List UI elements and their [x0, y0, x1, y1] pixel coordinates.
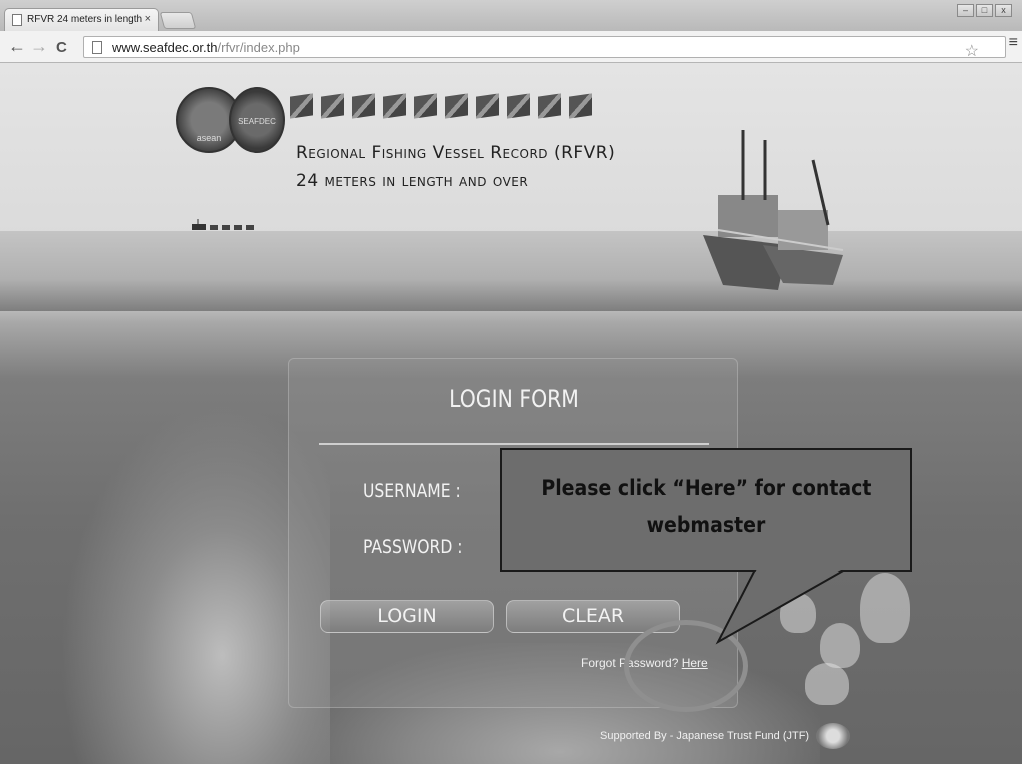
- callout-line-2: webmaster: [646, 513, 766, 537]
- banner-title: Regional Fishing Vessel Record (RFVR): [296, 143, 616, 163]
- flag-icon: [445, 93, 468, 119]
- member-flags: [290, 93, 610, 125]
- seafdec-logo: SEAFDEC: [229, 87, 285, 153]
- flag-icon: [507, 93, 530, 119]
- browser-tab[interactable]: RFVR 24 meters in length ×: [4, 8, 159, 31]
- forward-icon[interactable]: →: [30, 37, 48, 55]
- flag-icon: [383, 93, 406, 119]
- reload-icon[interactable]: C: [56, 39, 67, 57]
- address-bar[interactable]: www.seafdec.or.th/rfvr/index.php ☆: [83, 36, 1006, 61]
- page-icon: [12, 14, 22, 26]
- url-host: www.seafdec.or.th: [112, 40, 218, 55]
- menu-icon[interactable]: ≡: [1009, 34, 1018, 52]
- browser-titlebar: RFVR 24 meters in length × – □ x: [0, 0, 1022, 31]
- page-content: asean SEAFDEC Regional Fishing Vessel Re…: [0, 63, 1022, 764]
- highlight-circle: [624, 620, 748, 712]
- password-label: PASSWORD :: [363, 536, 463, 558]
- distant-boats-image: [192, 219, 254, 230]
- flag-icon: [538, 93, 561, 119]
- divider: [319, 443, 709, 445]
- jellyfish-image: [805, 663, 849, 705]
- back-icon[interactable]: ←: [8, 37, 26, 55]
- maximize-button[interactable]: □: [976, 4, 993, 17]
- asean-logo-text: asean: [196, 133, 222, 143]
- bookmark-star-icon[interactable]: ☆: [965, 41, 979, 61]
- jellyfish-image: [780, 593, 816, 633]
- browser-toolbar: ← → C www.seafdec.or.th/rfvr/index.php ☆…: [0, 31, 1022, 63]
- supported-by-text: Supported By - Japanese Trust Fund (JTF): [600, 730, 810, 742]
- flag-icon: [321, 93, 344, 119]
- tab-title: RFVR 24 meters in length: [27, 14, 143, 25]
- fishing-boats-image: [703, 130, 844, 290]
- login-button[interactable]: LOGIN: [320, 600, 494, 633]
- sea-surface: [0, 231, 1022, 311]
- jtf-logo: [816, 723, 850, 749]
- flag-icon: [414, 93, 437, 119]
- page-icon: [92, 41, 102, 54]
- seafdec-logo-text: SEAFDEC: [238, 117, 276, 126]
- tab-close-icon[interactable]: ×: [145, 13, 151, 25]
- url-path: /rfvr/index.php: [217, 40, 300, 55]
- username-label: USERNAME :: [363, 480, 461, 502]
- annotation-callout: Please click “Here” for contact webmaste…: [500, 448, 912, 572]
- jellyfish-image: [860, 573, 910, 643]
- jellyfish-image: [820, 623, 860, 668]
- minimize-button[interactable]: –: [957, 4, 974, 17]
- new-tab-button[interactable]: [159, 12, 197, 29]
- close-window-button[interactable]: x: [995, 4, 1012, 17]
- login-form-title: LOGIN FORM: [449, 385, 579, 413]
- flag-icon: [352, 93, 375, 119]
- flag-icon: [476, 93, 499, 119]
- flag-icon: [290, 93, 313, 119]
- banner-subtitle: 24 meters in length and over: [296, 171, 529, 191]
- callout-line-1: Please click “Here” for contact: [540, 476, 872, 500]
- flag-icon: [569, 93, 592, 119]
